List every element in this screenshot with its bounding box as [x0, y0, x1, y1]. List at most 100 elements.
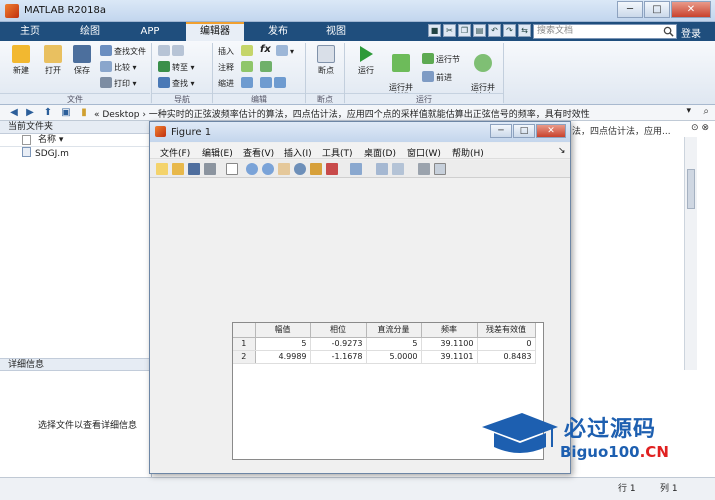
new-button[interactable]: 新建	[6, 45, 36, 76]
find-button[interactable]: 查找 ▾	[158, 77, 195, 89]
menu-tools[interactable]: 工具(T)	[322, 146, 353, 159]
legend-icon[interactable]	[392, 163, 404, 175]
find-files-button[interactable]: 查找文件	[100, 45, 146, 57]
table-cell[interactable]: 4.9989	[255, 350, 311, 364]
wrap-icon[interactable]	[260, 61, 274, 72]
table-cell[interactable]: 5	[366, 337, 422, 351]
file-row[interactable]: SDGJ.m	[0, 147, 151, 161]
edit-plot-icon[interactable]	[226, 163, 238, 175]
column-header[interactable]: 相位	[310, 323, 367, 338]
breakpoints-button[interactable]: 断点	[310, 45, 342, 76]
vertical-scrollbar[interactable]	[684, 137, 697, 370]
save-button[interactable]: 保存	[68, 45, 96, 76]
scrollbar-thumb[interactable]	[687, 169, 695, 209]
column-header[interactable]: 残差有效值	[477, 323, 536, 338]
name-column-header[interactable]: 名称 ▾	[0, 134, 151, 147]
redo-icon[interactable]: ↷	[503, 24, 516, 37]
menu-help[interactable]: 帮助(H)	[452, 146, 484, 159]
search-icon[interactable]	[663, 26, 674, 37]
maximize-button[interactable]: □	[644, 1, 670, 18]
ribbon-tab-bar: 主页 绘图 APP 编辑器 发布 视图 ■ ✂ ❐ ▤ ↶ ↷ ⇆ ? ▾ 搜索…	[0, 22, 715, 41]
undo-icon[interactable]: ↶	[488, 24, 501, 37]
row-header-corner	[233, 323, 256, 338]
minimize-button[interactable]: ─	[617, 1, 643, 18]
copy-icon[interactable]: ❐	[458, 24, 471, 37]
insert-more-icon[interactable]: ▾	[276, 45, 294, 56]
comment-button[interactable]: 注释	[218, 61, 255, 73]
tab-home[interactable]: 主页	[8, 22, 52, 41]
search-input[interactable]: 搜索文档	[533, 24, 677, 39]
insert-button[interactable]: 插入	[218, 45, 255, 57]
search-folder-icon[interactable]: ⌕	[703, 106, 709, 117]
advance-button[interactable]: 前进	[422, 71, 452, 83]
menu-dock-icon[interactable]: ↘	[558, 146, 566, 156]
run-section-button[interactable]: 运行节	[422, 53, 460, 65]
nav-arrows[interactable]	[158, 45, 186, 56]
up-folder-icon[interactable]: ⬆	[42, 107, 54, 118]
menu-view[interactable]: 查看(V)	[243, 146, 274, 159]
tab-view[interactable]: 视图	[310, 22, 362, 41]
paste-icon[interactable]: ▤	[473, 24, 486, 37]
current-folder-path[interactable]: « Desktop › 一种实时的正弦波频率估计的算法，四点估计法，应用四个点的…	[94, 107, 590, 120]
table-cell[interactable]: 39.1100	[421, 337, 478, 351]
menu-desktop[interactable]: 桌面(D)	[364, 146, 396, 159]
menu-insert[interactable]: 插入(I)	[284, 146, 312, 159]
open-button[interactable]: 打开	[38, 45, 68, 76]
browse-folder-icon[interactable]: ▣	[60, 107, 72, 118]
pan-icon[interactable]	[278, 163, 290, 175]
table-cell[interactable]: 39.1101	[421, 350, 478, 364]
indent-button[interactable]: 缩进	[218, 77, 255, 89]
column-header[interactable]: 直流分量	[366, 323, 422, 338]
print-figure-icon[interactable]	[204, 163, 216, 175]
table-cell[interactable]: 5.0000	[366, 350, 422, 364]
table-cell[interactable]: 0	[477, 337, 536, 351]
figure-maximize-button[interactable]: □	[513, 124, 535, 138]
rotate-3d-icon[interactable]	[294, 163, 306, 175]
hide-plot-tools-icon[interactable]	[418, 163, 430, 175]
m-file-icon	[22, 147, 31, 157]
tab-apps[interactable]: APP	[124, 22, 176, 41]
menu-file[interactable]: 文件(F)	[160, 146, 190, 159]
switch-window-icon[interactable]: ⇆	[518, 24, 531, 37]
zoom-out-icon[interactable]	[262, 163, 274, 175]
data-cursor-icon[interactable]	[310, 163, 322, 175]
save-figure-icon[interactable]	[188, 163, 200, 175]
back-arrow-icon[interactable]: ◀	[8, 107, 20, 118]
outdent-icon[interactable]	[260, 77, 288, 88]
path-dropdown-icon[interactable]: ▾	[686, 106, 691, 116]
figure-close-button[interactable]: ✕	[536, 124, 566, 138]
column-header[interactable]: 幅值	[255, 323, 311, 338]
tab-publish[interactable]: 发布	[252, 22, 304, 41]
menu-window[interactable]: 窗口(W)	[407, 146, 441, 159]
tab-editor[interactable]: 编辑器	[186, 22, 244, 41]
compare-button[interactable]: 比较 ▾	[100, 61, 137, 73]
run-button[interactable]: 运行	[350, 45, 382, 76]
brush-icon[interactable]	[326, 163, 338, 175]
forward-arrow-icon[interactable]: ▶	[24, 107, 36, 118]
table-cell[interactable]: -1.1678	[310, 350, 367, 364]
open-file-icon[interactable]	[172, 163, 184, 175]
editor-panel-controls[interactable]: ⊙ ⊗	[691, 123, 709, 133]
figure-title-bar[interactable]: Figure 1 ─ □ ✕	[150, 122, 570, 142]
table-cell[interactable]: 0.8483	[477, 350, 536, 364]
figure-minimize-button[interactable]: ─	[490, 124, 512, 138]
save-quick-icon[interactable]: ■	[428, 24, 441, 37]
fx-button[interactable]: fx	[260, 44, 271, 55]
table-cell[interactable]: 5	[255, 337, 311, 351]
goto-button[interactable]: 转至 ▾	[158, 61, 195, 73]
login-button[interactable]: 登录	[681, 25, 701, 40]
print-button[interactable]: 打印 ▾	[100, 77, 137, 89]
menu-edit[interactable]: 编辑(E)	[202, 146, 233, 159]
row-header[interactable]: 2	[233, 350, 256, 364]
row-header[interactable]: 1	[233, 337, 256, 351]
show-plot-tools-icon[interactable]	[434, 163, 446, 175]
cut-icon[interactable]: ✂	[443, 24, 456, 37]
tab-plots[interactable]: 绘图	[64, 22, 116, 41]
table-cell[interactable]: -0.9273	[310, 337, 367, 351]
colorbar-icon[interactable]	[376, 163, 388, 175]
close-button[interactable]: ✕	[671, 1, 711, 18]
zoom-in-icon[interactable]	[246, 163, 258, 175]
new-figure-icon[interactable]	[156, 163, 168, 175]
column-header[interactable]: 频率	[421, 323, 478, 338]
link-plot-icon[interactable]	[350, 163, 362, 175]
